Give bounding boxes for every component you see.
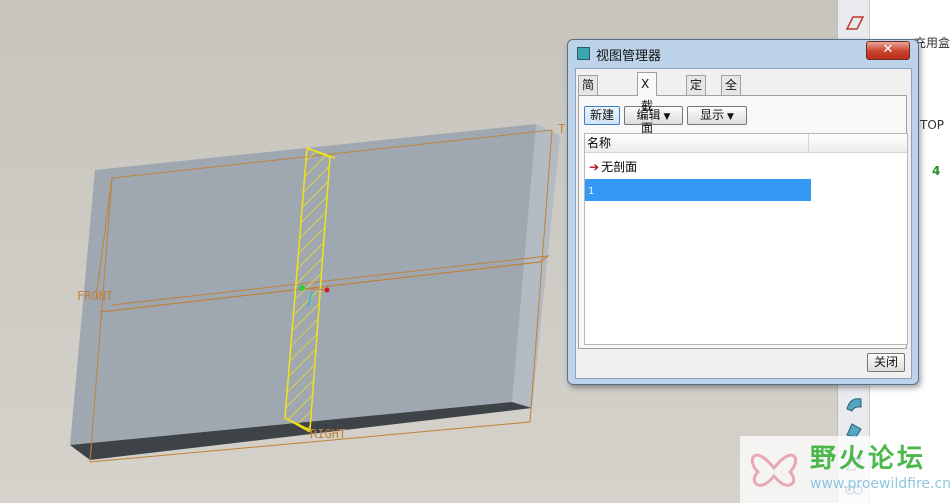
tab-xsection[interactable]: X 截面 [637, 72, 657, 135]
display-label: 显示 [700, 108, 725, 122]
coordinate-system-x [299, 285, 305, 291]
list-item-label: 1 [588, 186, 595, 197]
chevron-down-icon: ▼ [727, 112, 734, 122]
top-label: TOP [920, 118, 945, 132]
round-tool-icon[interactable] [844, 395, 864, 413]
dialog-titlebar[interactable]: 视图管理器 ✕ [568, 40, 918, 66]
datum-label-front: FRONT [77, 289, 113, 303]
watermark-url: www.proewildfire.cn [810, 476, 952, 492]
xsection-list[interactable]: 名称 ➔ 无剖面 1 [584, 133, 908, 345]
list-header: 名称 [585, 134, 907, 153]
dialog-client: 简化表示 X 截面 定向 全部 新建 编辑▼ 显示▼ 名称 ➔无剖面 1 关闭 [575, 68, 912, 379]
list-item-selected[interactable]: 1 [585, 179, 811, 201]
datum-plane-icon[interactable] [844, 14, 864, 32]
active-arrow-icon: ➔ [589, 160, 600, 174]
list-item[interactable]: ➔ 无剖面 [585, 156, 811, 178]
close-icon: ✕ [882, 42, 894, 57]
datum-label-right: RIGHT [310, 427, 346, 441]
panel-text: 充用盒 [914, 36, 951, 50]
window-close-button[interactable]: ✕ [866, 41, 910, 60]
edit-menu-button[interactable]: 编辑▼ [624, 106, 683, 125]
tab-all[interactable]: 全部 [721, 75, 742, 111]
column-header-name[interactable]: 名称 [585, 134, 809, 152]
dialog-title: 视图管理器 [596, 49, 662, 64]
xsection-panel: 新建 编辑▼ 显示▼ 名称 ➔无剖面 1 [578, 95, 908, 349]
tab-simplified-rep[interactable]: 简化表示 [578, 75, 599, 149]
close-dialog-button[interactable]: 关闭 [867, 353, 905, 372]
forum-watermark: 野火论坛 www.proewildfire.cn [740, 436, 952, 503]
tab-orientation[interactable]: 定向 [686, 75, 707, 111]
dialog-app-icon [577, 47, 590, 60]
coordinate-system-z [324, 287, 330, 293]
butterfly-logo-icon [750, 453, 798, 487]
chevron-down-icon: ▼ [663, 112, 671, 122]
watermark-name: 野火论坛 [810, 444, 927, 474]
list-item-label: 无剖面 [601, 160, 638, 174]
new-button[interactable]: 新建 [584, 106, 620, 125]
view-manager-dialog: 视图管理器 ✕ 简化表示 X 截面 定向 全部 新建 编辑▼ 显示▼ 名称 ➔无… [567, 39, 919, 385]
count-label: 4 [932, 164, 941, 178]
datum-label-top: T [558, 122, 565, 136]
display-menu-button[interactable]: 显示 ▼ [687, 106, 747, 125]
